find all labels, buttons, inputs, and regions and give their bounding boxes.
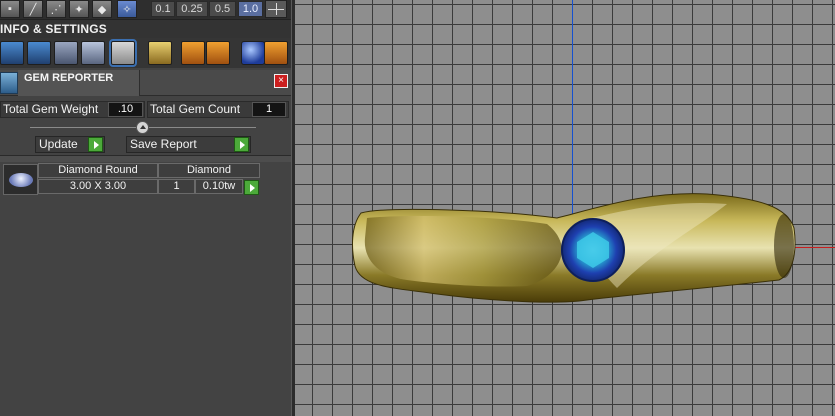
top-toolbar: ▪ ╱ ⋰ ✦ ◆ ✧ 0.1 0.25 0.5 1.0 xyxy=(0,0,291,19)
close-icon[interactable]: × xyxy=(274,74,288,88)
x-axis-line xyxy=(793,247,835,248)
eye-icon[interactable]: ✦ xyxy=(69,0,89,18)
gem-reporter-title: GEM REPORTER xyxy=(18,70,140,96)
export-icon[interactable] xyxy=(206,41,230,65)
ring-shank-highlight xyxy=(364,216,562,287)
figure-icon[interactable] xyxy=(264,41,288,65)
layers-icon[interactable] xyxy=(0,41,24,65)
total-gem-weight-value: .10 xyxy=(108,102,143,117)
left-panel: ▪ ╱ ⋰ ✦ ◆ ✧ 0.1 0.25 0.5 1.0 INFO & SETT… xyxy=(0,0,291,416)
cube-icon[interactable]: ▪ xyxy=(0,0,20,18)
wand-icon[interactable]: ╱ xyxy=(23,0,43,18)
settings-icon-row xyxy=(0,38,291,68)
gem-count-cell: 1 xyxy=(158,179,195,194)
gem-size-cell: 3.00 X 3.00 xyxy=(38,179,158,194)
box-icon[interactable] xyxy=(27,41,51,65)
update-go-icon[interactable] xyxy=(88,137,103,152)
total-gem-count-value: 1 xyxy=(252,102,286,117)
snap-value-2[interactable]: 0.5 xyxy=(209,1,236,17)
pointer-icon[interactable]: ◆ xyxy=(92,0,112,18)
info-settings-title: INFO & SETTINGS xyxy=(0,22,108,36)
gem-reporter-header: GEM REPORTER xyxy=(0,70,291,96)
gem-thumbnail-icon[interactable] xyxy=(3,164,38,195)
gem-type-cell: Diamond xyxy=(158,163,260,178)
ring-end-cap xyxy=(774,214,794,278)
line-tool-icon[interactable]: ⋰ xyxy=(46,0,66,18)
report-slider-handle[interactable] xyxy=(136,121,149,134)
gem-weight-cell: 0.10tw xyxy=(195,179,243,194)
snap-value-3[interactable]: 1.0 xyxy=(238,1,263,17)
gem-select-go-icon[interactable] xyxy=(244,180,259,195)
import-icon[interactable] xyxy=(181,41,205,65)
globe-icon[interactable] xyxy=(241,41,265,65)
gem-reporter-doc-icon xyxy=(0,72,18,94)
ring-model[interactable] xyxy=(347,188,797,318)
gem-shape-cell: Diamond Round xyxy=(38,163,158,178)
snap-value-0[interactable]: 0.1 xyxy=(151,1,175,17)
snap-tool-icon[interactable]: ✧ xyxy=(117,0,137,18)
document-icon[interactable] xyxy=(54,41,78,65)
grid-icon[interactable] xyxy=(265,0,287,18)
snap-value-1[interactable]: 0.25 xyxy=(176,1,208,17)
info-settings-header: INFO & SETTINGS xyxy=(0,19,291,38)
save-report-button[interactable]: Save Report xyxy=(126,136,251,153)
lighting-icon[interactable] xyxy=(148,41,172,65)
3d-viewport[interactable] xyxy=(295,0,835,416)
gem-list-divider xyxy=(0,155,291,162)
edit-icon[interactable] xyxy=(81,41,105,65)
gem-reporter-icon[interactable] xyxy=(109,39,137,67)
save-report-go-icon[interactable] xyxy=(234,137,249,152)
